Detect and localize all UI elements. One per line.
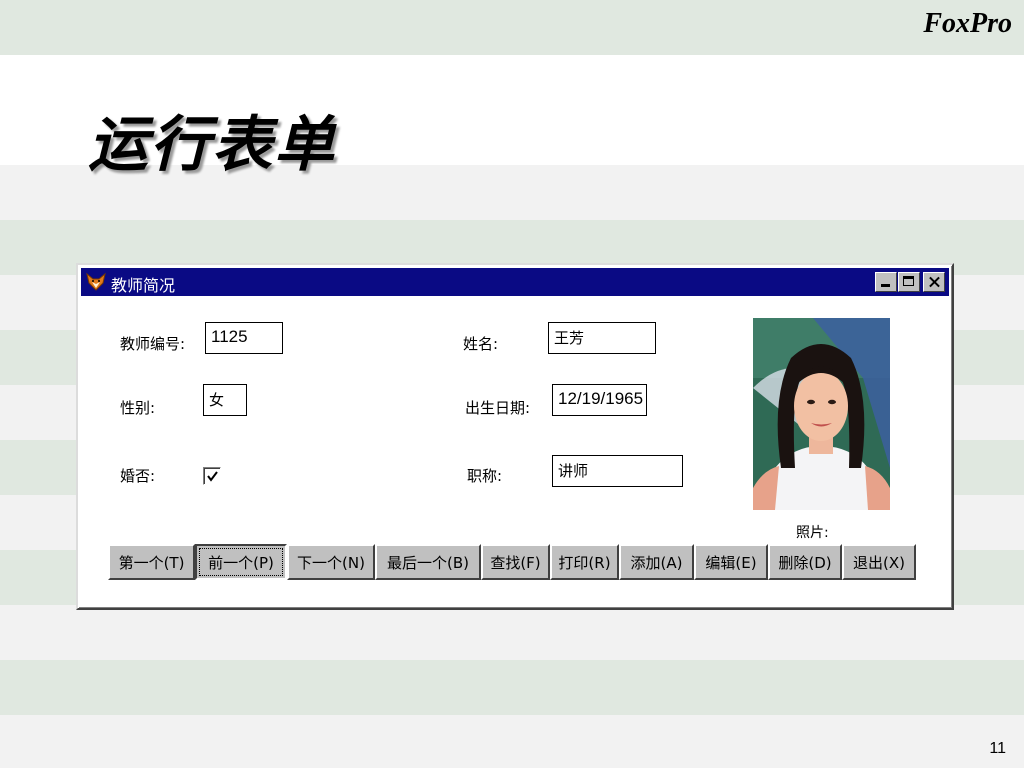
find-button[interactable]: 查找(F) <box>481 544 550 580</box>
maximize-button[interactable] <box>898 272 920 292</box>
add-button[interactable]: 添加(A) <box>619 544 694 580</box>
last-button[interactable]: 最后一个(B) <box>375 544 481 580</box>
window-controls <box>875 272 945 292</box>
edit-button[interactable]: 编辑(E) <box>694 544 768 580</box>
page-number: 11 <box>989 740 1006 757</box>
teacher-id-field[interactable]: 1125 <box>205 322 283 354</box>
window-titlebar[interactable]: 教师简况 <box>81 268 949 296</box>
birthdate-label: 出生日期: <box>465 399 531 417</box>
previous-button[interactable]: 前一个(P) <box>195 544 287 580</box>
fox-icon <box>86 272 106 292</box>
married-checkbox[interactable] <box>203 467 221 485</box>
name-field[interactable]: 王芳 <box>548 322 656 354</box>
checkmark-icon <box>207 471 218 482</box>
next-button[interactable]: 下一个(N) <box>287 544 375 580</box>
exit-button[interactable]: 退出(X) <box>842 544 916 580</box>
print-button[interactable]: 打印(R) <box>550 544 619 580</box>
married-label: 婚否: <box>120 467 156 485</box>
gender-label: 性别: <box>120 399 156 417</box>
window-title: 教师简况 <box>111 276 176 295</box>
navigation-button-bar: 第一个(T) 前一个(P) 下一个(N) 最后一个(B) 查找(F) 打印(R)… <box>108 544 916 580</box>
delete-button[interactable]: 删除(D) <box>768 544 842 580</box>
title-label: 职称: <box>467 467 503 485</box>
close-button[interactable] <box>923 272 945 292</box>
teacher-photo <box>753 318 890 510</box>
teacher-id-label: 教师编号: <box>120 335 186 353</box>
slide-title: 运行表单 <box>88 110 336 180</box>
minimize-button[interactable] <box>875 272 897 292</box>
photo-label: 照片: <box>796 525 829 541</box>
brand-label: FoxPro <box>923 8 1012 39</box>
name-label: 姓名: <box>463 335 499 353</box>
title-field[interactable]: 讲师 <box>552 455 683 487</box>
gender-field[interactable]: 女 <box>203 384 247 416</box>
first-button[interactable]: 第一个(T) <box>108 544 195 580</box>
birthdate-field[interactable]: 12/19/1965 <box>552 384 647 416</box>
